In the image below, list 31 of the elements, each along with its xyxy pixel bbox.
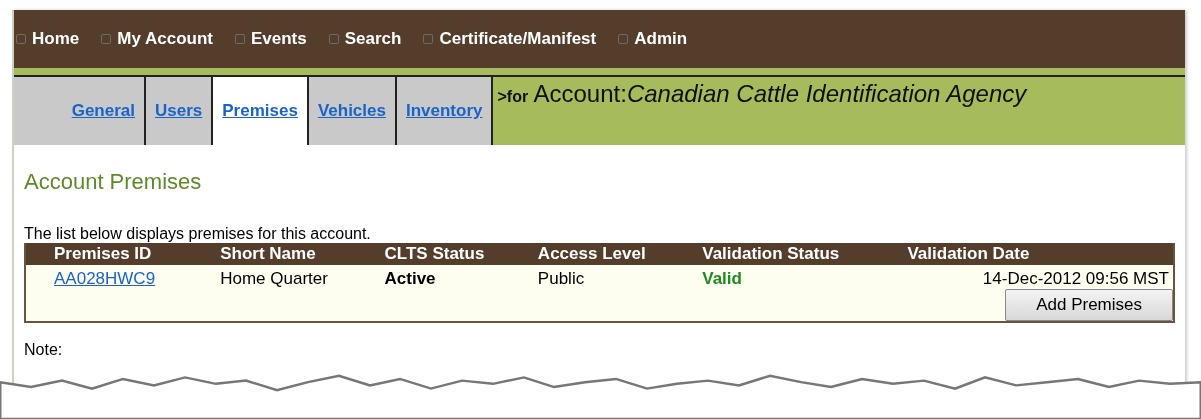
column-header: Access Level bbox=[537, 243, 703, 265]
square-bullet-icon bbox=[16, 34, 26, 44]
note-label: Note: bbox=[24, 341, 64, 359]
square-bullet-icon bbox=[101, 34, 112, 44]
square-bullet-icon bbox=[328, 34, 339, 44]
add-premises-button[interactable]: Add Premises bbox=[1005, 289, 1173, 321]
column-header: Premises ID bbox=[26, 243, 221, 265]
nav-link[interactable]: Certificate/Manifest bbox=[439, 29, 597, 49]
table-cell: 14-Dec-2012 09:56 MST bbox=[982, 269, 1169, 288]
account-name: Canadian Cattle Identification Agency bbox=[626, 80, 1027, 107]
nav-link[interactable]: Home bbox=[32, 29, 80, 49]
nav-link[interactable]: My Account bbox=[117, 29, 213, 49]
nav-link[interactable]: Events bbox=[250, 29, 307, 49]
description-text: The list below displays premises for this account. bbox=[24, 225, 372, 243]
table-cell: Home Quarter bbox=[220, 269, 328, 288]
column-header: Validation Status bbox=[702, 243, 908, 265]
premises-id-link[interactable]: AA028HWC9 bbox=[54, 269, 156, 288]
table-cell: Active bbox=[384, 269, 436, 288]
square-bullet-icon bbox=[423, 34, 434, 44]
account-prefix: >for bbox=[497, 88, 529, 105]
column-header: CLTS Status bbox=[384, 243, 538, 265]
square-bullet-icon bbox=[618, 34, 629, 44]
page-heading: Account Premises bbox=[24, 169, 203, 195]
table-cell: Valid bbox=[702, 269, 742, 288]
table-cell: Public bbox=[537, 269, 585, 288]
account-label: Account: bbox=[533, 80, 627, 107]
column-header: Validation Date bbox=[907, 243, 1173, 265]
nav-link[interactable]: Admin bbox=[634, 29, 688, 49]
nav-link[interactable]: Search bbox=[344, 29, 402, 49]
column-header: Short Name bbox=[220, 243, 385, 265]
square-bullet-icon bbox=[234, 34, 245, 44]
